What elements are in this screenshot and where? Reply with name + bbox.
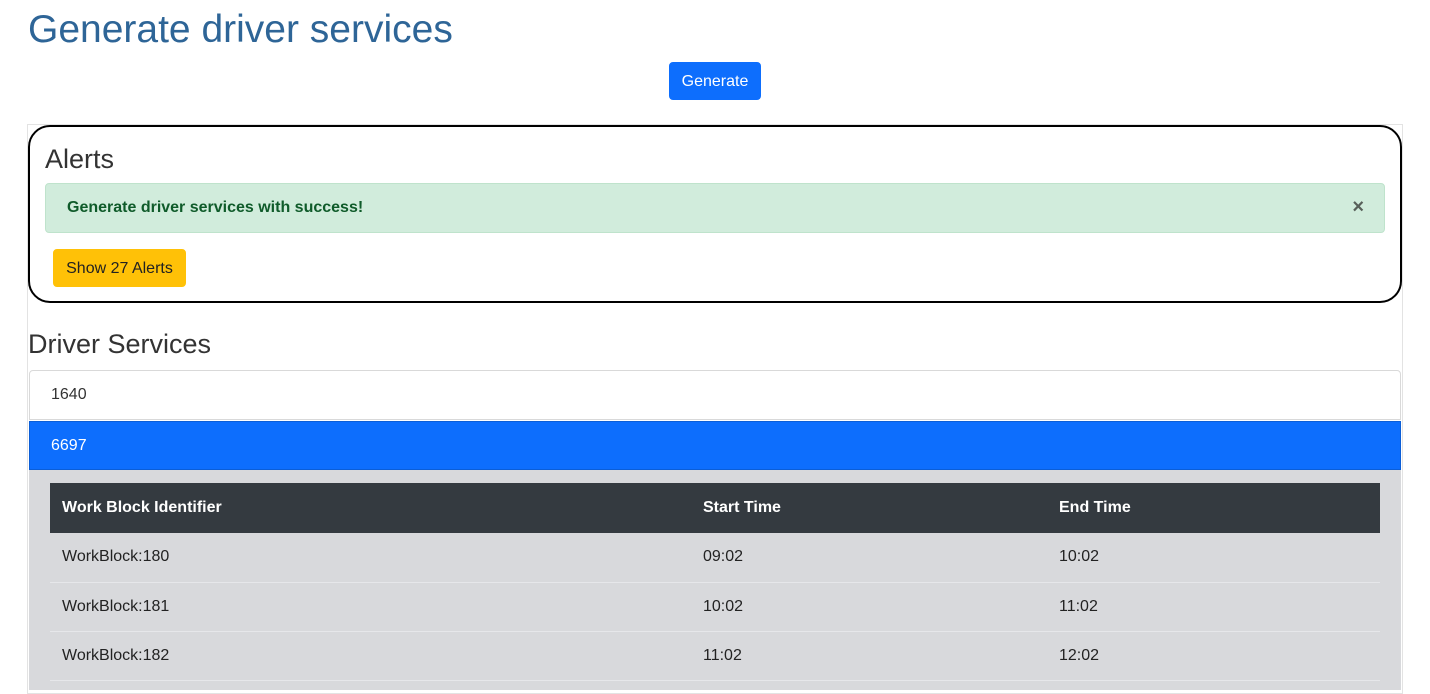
alerts-panel: Alerts Generate driver services with suc… (28, 125, 1402, 303)
driver-service-item-active[interactable]: 6697 (29, 421, 1401, 470)
column-header: End Time (1047, 483, 1380, 533)
end-time: 10:02 (1047, 533, 1380, 583)
driver-services-heading: Driver Services (28, 329, 212, 359)
alerts-heading: Alerts (45, 144, 115, 174)
success-alert: Generate driver services with success! × (45, 183, 1385, 233)
column-header: Work Block Identifier (50, 483, 691, 533)
work-block-id: WorkBlock:181 (50, 582, 691, 632)
work-block-id: WorkBlock:180 (50, 533, 691, 583)
success-alert-message: Generate driver services with success! (67, 199, 364, 216)
end-time: 11:02 (1047, 582, 1380, 632)
table-row: WorkBlock:181 10:02 11:02 (50, 582, 1380, 632)
start-time: 09:02 (691, 533, 1047, 583)
table-header-row: Work Block Identifier Start Time End Tim… (50, 483, 1380, 533)
start-time: 11:02 (691, 631, 1047, 681)
show-alerts-button[interactable]: Show 27 Alerts (53, 249, 186, 287)
driver-service-details: Work Block Identifier Start Time End Tim… (29, 470, 1401, 690)
table-row: WorkBlock:180 09:02 10:02 (50, 533, 1380, 583)
driver-service-item[interactable]: 1640 (29, 370, 1401, 420)
end-time: 12:02 (1047, 631, 1380, 681)
close-icon[interactable]: × (1352, 196, 1364, 218)
work-blocks-table: Work Block Identifier Start Time End Tim… (50, 483, 1380, 681)
generate-button[interactable]: Generate (669, 62, 761, 100)
column-header: Start Time (691, 483, 1047, 533)
start-time: 10:02 (691, 582, 1047, 632)
work-block-id: WorkBlock:182 (50, 631, 691, 681)
table-row: WorkBlock:182 11:02 12:02 (50, 631, 1380, 681)
page-title: Generate driver services (28, 8, 453, 51)
